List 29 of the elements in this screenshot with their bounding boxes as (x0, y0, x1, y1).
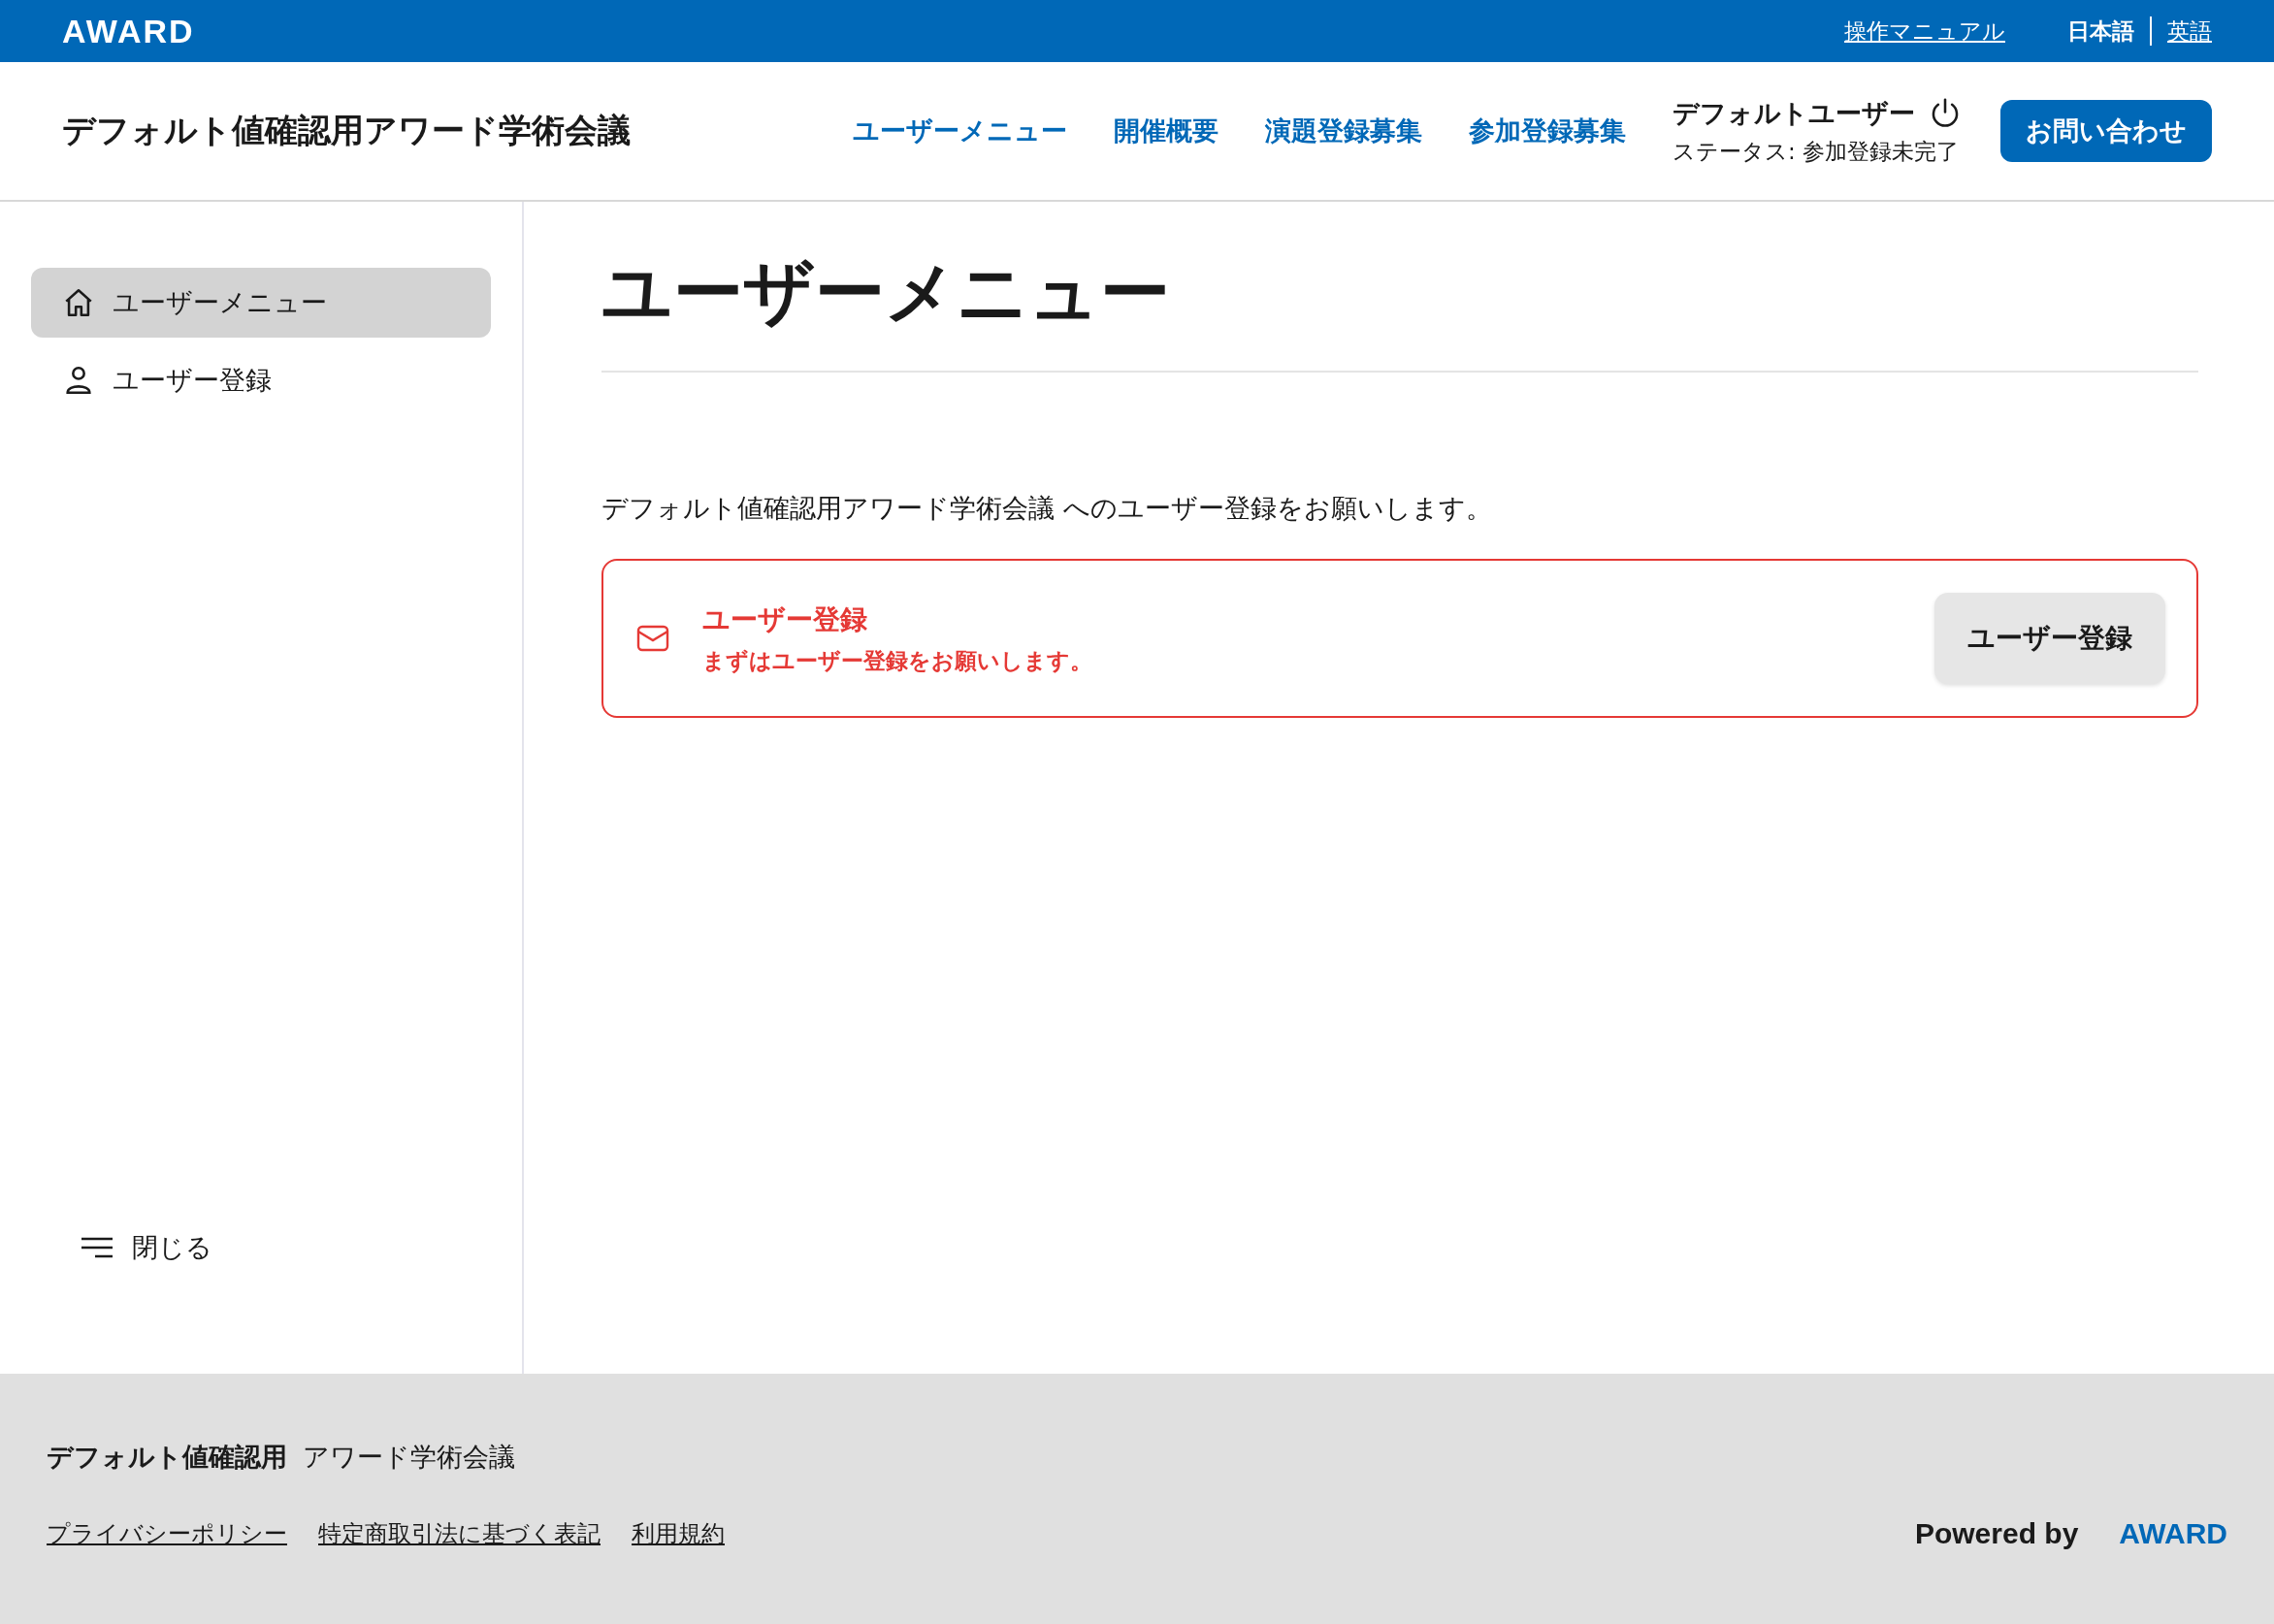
footer-link[interactable]: 利用規約 (632, 1518, 725, 1549)
contact-button[interactable]: お問い合わせ (2000, 100, 2212, 162)
notice-title: ユーザー登録 (702, 601, 868, 637)
page-heading: ユーザーメニュー (601, 231, 2198, 373)
sidebar-item[interactable]: ユーザー登録 (31, 345, 491, 415)
nav-link[interactable]: 参加登録募集 (1469, 114, 1626, 148)
powered-by-text: Powered by (1914, 1517, 2079, 1550)
footer-org-name: デフォルト値確認用 (47, 1441, 287, 1474)
envelope-icon (636, 625, 669, 652)
nav-link[interactable]: ユーザーメニュー (853, 114, 1067, 148)
nav-link[interactable]: 開催概要 (1114, 114, 1218, 148)
sidebar-item[interactable]: ユーザーメニュー (31, 268, 491, 338)
status-text: ステータス: 参加登録未完了 (1673, 137, 1961, 166)
intro-text: デフォルト値確認用アワード学術会議 へのユーザー登録をお願いします。 (601, 492, 1493, 525)
language-link[interactable]: 英語 (2152, 16, 2212, 47)
conference-title: デフォルト値確認用アワード学術会議 (62, 110, 632, 151)
footer-link[interactable]: 特定商取引法に基づく表記 (318, 1518, 601, 1549)
close-sidebar-button[interactable]: 閉じる (81, 1230, 491, 1265)
nav-link[interactable]: 演題登録募集 (1265, 114, 1422, 148)
language-link[interactable]: 日本語 (2052, 16, 2150, 47)
award-logo: AWARD (62, 12, 195, 50)
manual-link[interactable]: 操作マニュアル (1844, 16, 2005, 47)
notice-message: まずはユーザー登録をお願いします。 (702, 646, 1093, 675)
user-name: デフォルトユーザー (1673, 96, 1915, 130)
menu-icon (81, 1237, 113, 1258)
register-button[interactable]: ユーザー登録 (1934, 593, 2165, 684)
footer-conference-name: アワード学術会議 (303, 1441, 515, 1474)
footer-link[interactable]: プライバシーポリシー (47, 1518, 287, 1549)
award-brand[interactable]: AWARD (2119, 1517, 2227, 1550)
